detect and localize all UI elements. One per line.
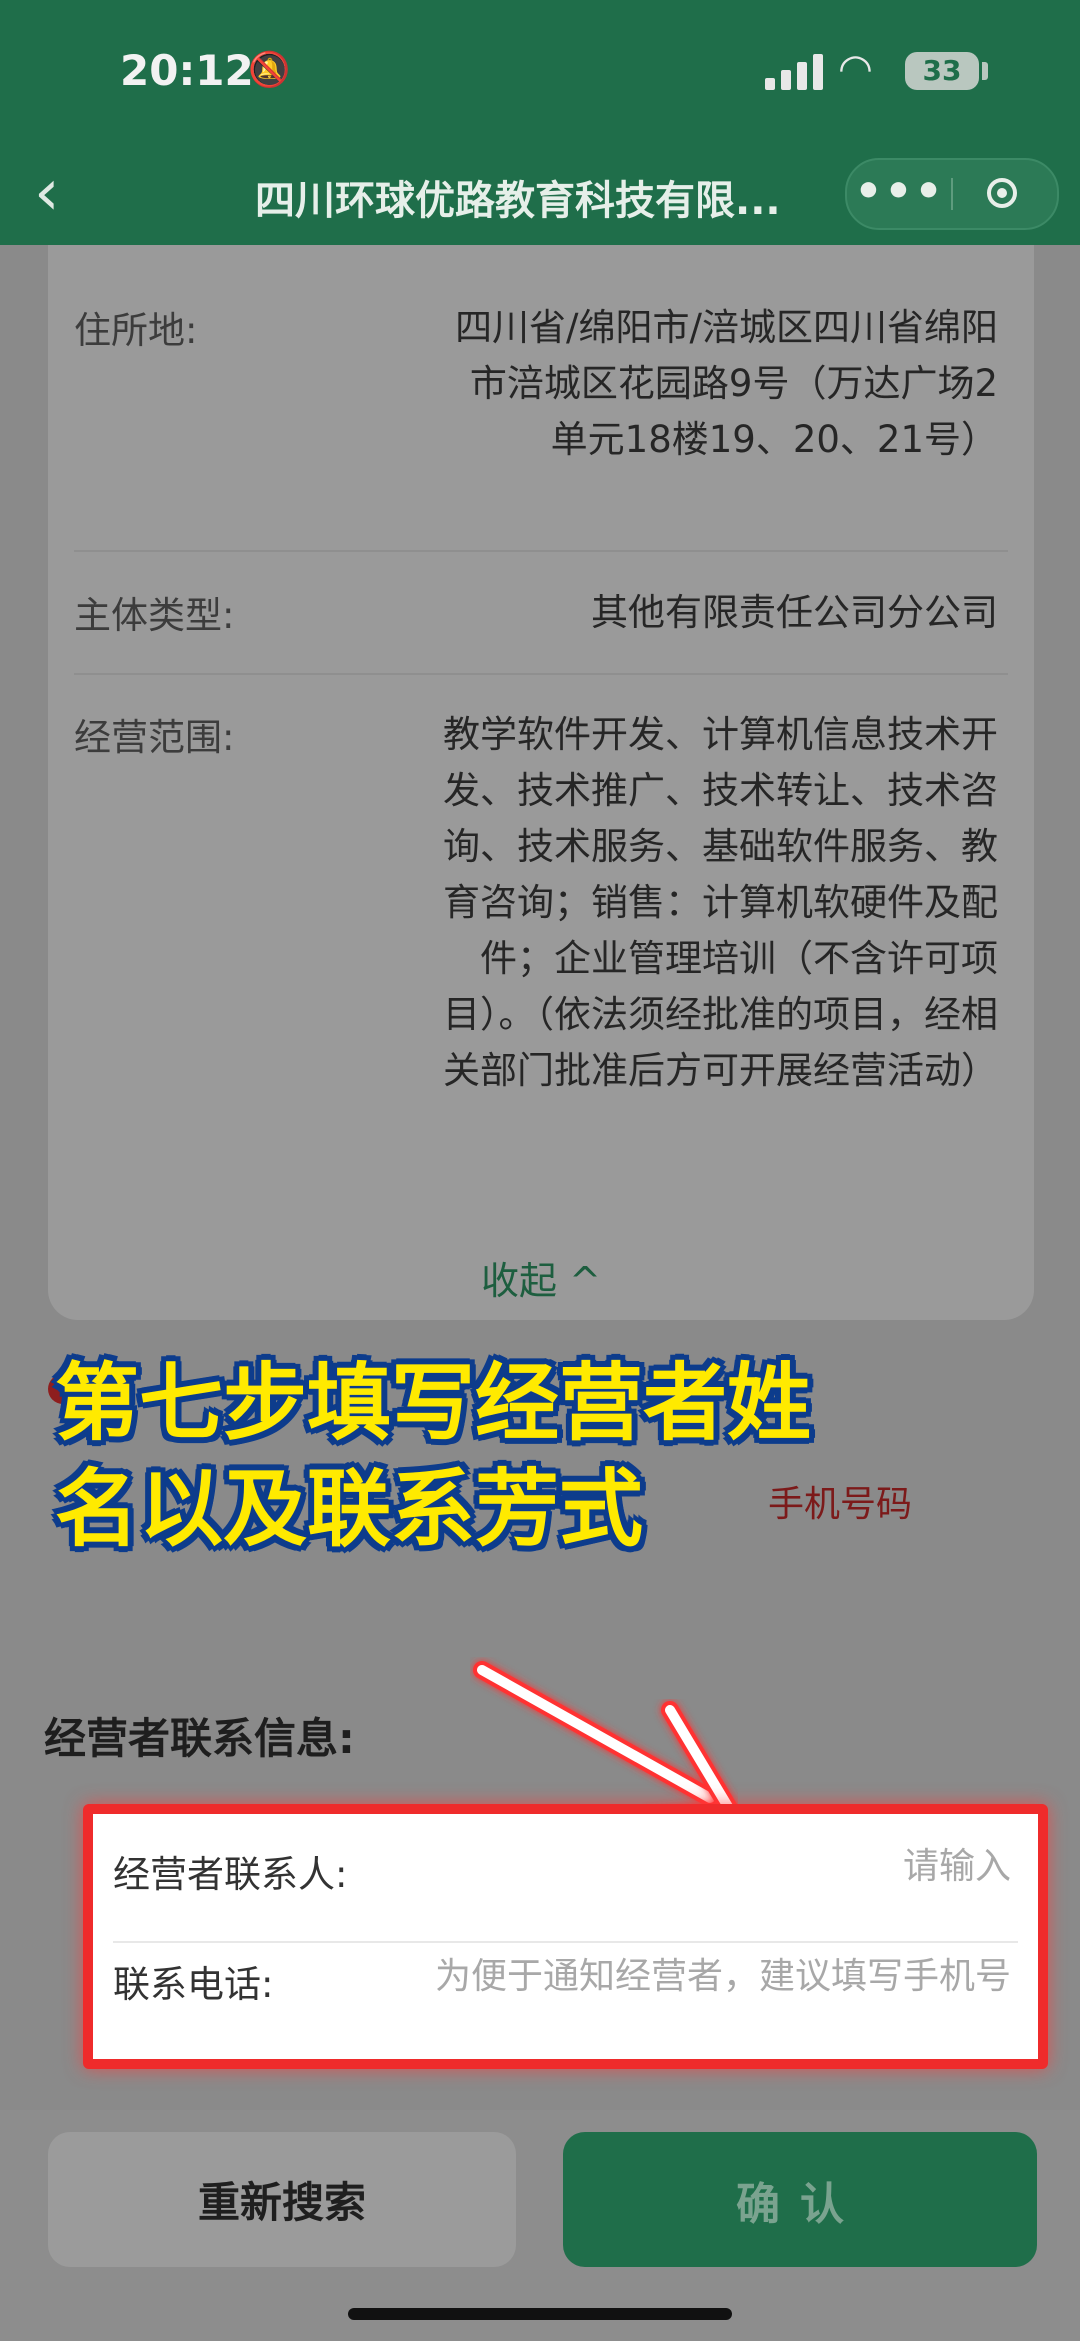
contact-section-title: 经营者联系信息: [44, 1714, 355, 1763]
miniprogram-capsule: ••• [845, 158, 1059, 230]
battery-indicator: 33 [905, 52, 979, 90]
battery-tip [982, 62, 988, 80]
page-title: 四川环球优路教育科技有限... [255, 178, 781, 224]
signal-icon [765, 54, 823, 90]
capsule-divider [951, 178, 953, 210]
row-divider [74, 673, 1008, 675]
caption-line-1: 第七步填写经营者姓 [55, 1354, 812, 1452]
annotation-arrow-icon [473, 1661, 739, 1827]
company-info-card: 住所地: 四川省/绵阳市/涪城区四川省绵阳市涪城区花园路9号（万达广场2单元18… [48, 245, 1034, 1320]
business-scope-label: 经营范围: [74, 716, 235, 759]
close-target-icon[interactable] [987, 178, 1017, 208]
entity-type-label: 主体类型: [74, 594, 235, 637]
entity-type-value: 其他有限责任公司分公司 [591, 591, 998, 634]
contact-phone-label: 联系电话: [113, 1963, 274, 2006]
contact-name-input[interactable] [609, 1840, 1013, 1892]
bottom-action-bar: 重新搜索 确认 [0, 2110, 1080, 2341]
tutorial-caption: 第七步填写经营者姓 名以及联系芳式 [55, 1350, 1055, 1562]
more-dots-icon[interactable]: ••• [847, 160, 952, 228]
address-label: 住所地: [74, 309, 198, 352]
contact-name-field: 经营者联系人: [113, 1814, 1013, 1924]
mute-bell-icon: 🔕 [248, 50, 291, 90]
back-arrow-icon[interactable]: ‹ [34, 158, 60, 228]
address-value: 四川省/绵阳市/涪城区四川省绵阳市涪城区花园路9号（万达广场2单元18楼19、2… [455, 306, 998, 461]
contact-phone-input[interactable] [289, 1950, 1013, 2002]
confirm-button[interactable]: 确认 [563, 2132, 1037, 2267]
status-bar: 20:12 🔕 ◠ 33 [0, 0, 1080, 150]
home-indicator[interactable] [348, 2308, 732, 2320]
contact-form-highlight: 经营者联系人: 联系电话: [83, 1804, 1048, 2069]
contact-name-label: 经营者联系人: [113, 1853, 348, 1896]
row-divider [74, 550, 1008, 552]
nav-bar: ‹ 四川环球优路教育科技有限... ••• [0, 150, 1080, 245]
contact-phone-field: 联系电话: [113, 1924, 1013, 2034]
business-scope-value: 教学软件开发、计算机信息技术开发、技术推广、技术转让、技术咨询、技术服务、基础软… [443, 713, 998, 1092]
clock: 20:12 [120, 46, 254, 95]
caption-line-2: 名以及联系芳式 [55, 1460, 644, 1558]
research-button[interactable]: 重新搜索 [48, 2132, 516, 2267]
wifi-icon: ◠ [838, 46, 873, 92]
collapse-button[interactable]: 收起 ^ [48, 1250, 1034, 1305]
